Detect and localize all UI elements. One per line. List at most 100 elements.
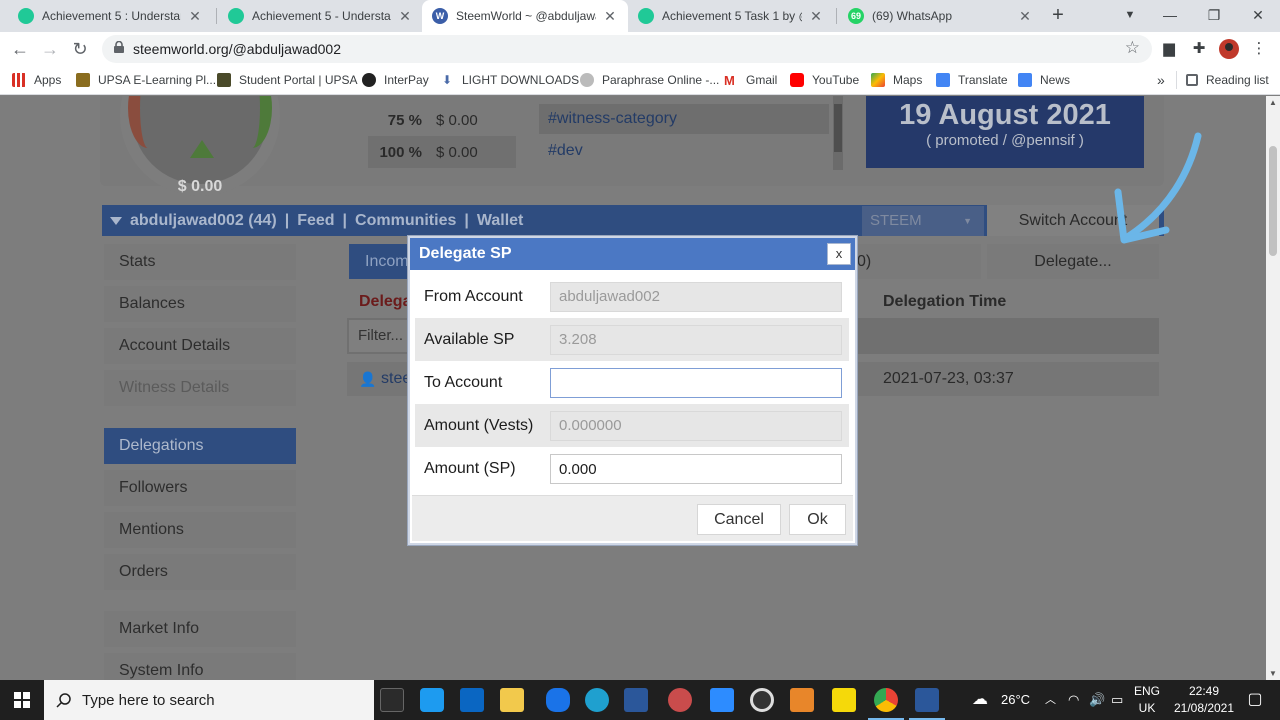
sublime-icon[interactable] — [790, 688, 814, 712]
volume-icon[interactable]: 🔊 — [1089, 680, 1105, 720]
lock-icon[interactable] — [114, 41, 124, 53]
sidebar-item-witness-details[interactable]: Witness Details — [104, 370, 296, 406]
notifications-icon[interactable]: ▢ — [1240, 680, 1270, 720]
taskbar-search-box[interactable]: Type here to search — [44, 680, 374, 720]
close-tab-icon[interactable]: ✕ — [602, 8, 618, 25]
bookmark-light-downloads[interactable]: ⬇ LIGHT DOWNLOADS — [440, 71, 579, 89]
bookmark-news[interactable]: News — [1018, 71, 1070, 89]
bookmark-interpay[interactable]: InterPay — [362, 71, 429, 89]
close-tab-icon[interactable]: ✕ — [397, 8, 413, 25]
account-name[interactable]: abduljawad002 (44) — [130, 212, 277, 230]
wallet-link[interactable]: Wallet — [477, 212, 524, 230]
tag-dev[interactable]: #dev — [539, 136, 829, 166]
sidebar-item-orders[interactable]: Orders — [104, 554, 296, 590]
new-tab-plus-icon[interactable]: + — [1046, 4, 1070, 28]
bookmark-paraphrase-online[interactable]: Paraphrase Online -... — [580, 71, 719, 89]
sidebar-item-market-info[interactable]: Market Info — [104, 611, 296, 647]
profile-avatar[interactable] — [1218, 38, 1240, 60]
col-delegator[interactable]: Delega — [359, 286, 411, 318]
sidebar-item-stats[interactable]: Stats — [104, 244, 296, 280]
amount-sp-field[interactable] — [550, 454, 842, 484]
close-tab-icon[interactable]: ✕ — [808, 8, 824, 25]
chain-select[interactable]: STEEM ▼ — [862, 206, 984, 236]
cancel-button[interactable]: Cancel — [697, 504, 781, 535]
tab-achievement-5-b[interactable]: Achievement 5 - Understandi ✕ — [218, 0, 423, 32]
tray-chevron-up-icon[interactable]: ︿ — [1045, 680, 1056, 720]
edge-icon[interactable] — [585, 688, 609, 712]
sidebar-item-balances[interactable]: Balances — [104, 286, 296, 322]
tag-list-scrollbar[interactable] — [833, 96, 843, 170]
page-scrollbar[interactable]: ▲ ▼ — [1266, 96, 1280, 680]
col-delegation-time[interactable]: Delegation Time — [883, 286, 1006, 318]
back-arrow-icon[interactable]: ← — [8, 37, 32, 61]
tab-outgoing[interactable]: 0) — [857, 244, 981, 279]
tab-achievement-5-a[interactable]: Achievement 5 : Understandir ✕ — [8, 0, 213, 32]
bookmark-maps[interactable]: Maps — [871, 71, 922, 89]
reload-icon[interactable]: ↻ — [68, 37, 92, 61]
vpn-icon[interactable] — [710, 688, 734, 712]
bookmark-student-portal[interactable]: Student Portal | UPSA — [217, 71, 358, 89]
url-text[interactable]: steemworld.org/@abduljawad002 — [133, 41, 341, 57]
kebab-menu-icon[interactable]: ⋮ — [1248, 38, 1270, 60]
to-account-field[interactable] — [550, 368, 842, 398]
restore-icon[interactable]: ❐ — [1194, 0, 1234, 32]
tag-witness-category[interactable]: #witness-category — [539, 104, 829, 134]
communities-link[interactable]: Communities — [355, 212, 456, 230]
media-icon[interactable]: ▆ — [1158, 38, 1180, 60]
scrollbar-thumb[interactable] — [1269, 146, 1277, 256]
tab-whatsapp[interactable]: 69 (69) WhatsApp ✕ — [838, 0, 1043, 32]
scrollbar-thumb[interactable] — [834, 104, 842, 152]
close-window-icon[interactable]: ✕ — [1238, 0, 1278, 32]
close-tab-icon[interactable]: ✕ — [1017, 8, 1033, 25]
weather-cloud-icon[interactable]: ☁ — [972, 680, 988, 720]
tab-achievement-5-task-1[interactable]: Achievement 5 Task 1 by @ar ✕ — [628, 0, 834, 32]
scroll-down-arrow-icon[interactable]: ▼ — [1269, 669, 1277, 678]
sticky-notes-icon[interactable] — [832, 688, 856, 712]
file-explorer-icon[interactable] — [500, 688, 524, 712]
collapse-triangle-icon[interactable] — [110, 216, 122, 225]
mail-icon[interactable] — [624, 688, 648, 712]
minimize-icon[interactable]: — — [1150, 0, 1190, 32]
sidebar-item-delegations[interactable]: Delegations — [104, 428, 296, 464]
screen-capture-icon[interactable] — [460, 688, 484, 712]
bookmark-youtube[interactable]: YouTube — [790, 71, 859, 89]
sidebar-item-mentions[interactable]: Mentions — [104, 512, 296, 548]
promo-banner[interactable]: 19 August 2021 ( promoted / @pennsif ) — [866, 96, 1144, 168]
app-icon[interactable] — [668, 688, 692, 712]
extensions-puzzle-icon[interactable]: ✚ — [1188, 38, 1210, 60]
chrome-icon[interactable] — [868, 688, 904, 720]
tab-search-chevron-icon[interactable]: ▼ — [1110, 0, 1150, 32]
security-shield-icon[interactable] — [546, 688, 570, 712]
sidebar-item-system-info[interactable]: System Info — [104, 653, 296, 680]
battery-icon[interactable]: ▭ — [1111, 680, 1123, 720]
delegator-link[interactable]: stee — [381, 362, 411, 396]
media-player-icon[interactable] — [750, 688, 774, 712]
wifi-icon[interactable]: ◠ — [1068, 680, 1079, 720]
bookmark-translate[interactable]: Translate — [936, 71, 1008, 89]
from-account-field[interactable]: abduljawad002 — [550, 282, 842, 312]
dialog-close-button[interactable]: x — [827, 243, 851, 265]
amount-vests-field[interactable]: 0.000000 — [550, 411, 842, 441]
bookmark-upsa-elearning[interactable]: UPSA E-Learning Pl... — [76, 71, 216, 89]
tab-steemworld[interactable]: W SteemWorld ~ @abduljawadi ✕ — [422, 0, 628, 32]
language-indicator[interactable]: ENG UK — [1132, 683, 1162, 717]
address-bar[interactable]: steemworld.org/@abduljawad002 ☆ — [102, 35, 1152, 63]
bookmark-apps[interactable]: Apps — [12, 71, 61, 89]
system-clock[interactable]: 22:49 21/08/2021 — [1172, 683, 1236, 717]
feed-link[interactable]: Feed — [297, 212, 334, 230]
filter-input[interactable]: Filter... — [349, 320, 409, 352]
bookmark-gmail[interactable]: M Gmail — [724, 71, 777, 89]
reading-list-button[interactable]: Reading list — [1176, 71, 1269, 89]
close-tab-icon[interactable]: ✕ — [187, 8, 203, 25]
available-sp-field[interactable]: 3.208 — [550, 325, 842, 355]
skype-icon[interactable] — [420, 688, 444, 712]
start-button[interactable] — [0, 680, 44, 720]
word-icon[interactable] — [909, 688, 945, 720]
more-bookmarks-chevron-icon[interactable]: » — [1157, 71, 1165, 89]
weather-temperature[interactable]: 26°C — [1001, 680, 1030, 720]
sidebar-item-account-details[interactable]: Account Details — [104, 328, 296, 364]
bookmark-star-icon[interactable]: ☆ — [1125, 38, 1140, 58]
sidebar-item-followers[interactable]: Followers — [104, 470, 296, 506]
scroll-up-arrow-icon[interactable]: ▲ — [1269, 98, 1277, 107]
microsoft-store-icon[interactable] — [380, 688, 404, 712]
